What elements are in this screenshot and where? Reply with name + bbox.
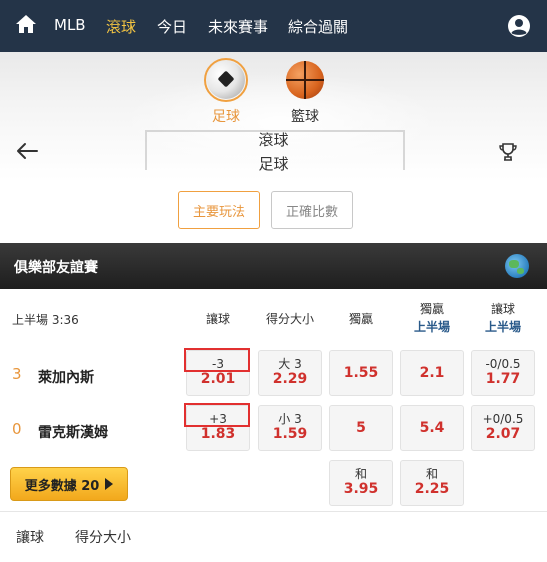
col-header-moneyline-1h: 獨贏 上半場 [400, 300, 464, 336]
bottom-tab-handicap[interactable]: 讓球 [16, 527, 44, 547]
globe-icon [505, 254, 529, 278]
home-handicap-1h-odds[interactable]: -0/0.5 1.77 [471, 350, 535, 396]
away-under-line: 小 3 [278, 412, 302, 426]
home-moneyline-1h-odds[interactable]: 2.1 [400, 350, 464, 396]
correct-score-button[interactable]: 正確比數 [271, 191, 353, 229]
col-header-handicap-1h: 讓球 上半場 [471, 300, 535, 336]
basketball-icon [286, 61, 324, 99]
sport-label-basketball: 籃球 [291, 109, 319, 125]
nav-item-upcoming[interactable]: 未來賽事 [208, 16, 268, 37]
away-team-name: 雷克斯漢姆 [38, 425, 108, 441]
col-header-moneyline-1h-label: 獨贏 [419, 302, 444, 316]
main-markets-button[interactable]: 主要玩法 [178, 191, 260, 229]
home-team-row: 3 萊加內斯 [0, 365, 180, 386]
nav-item-parlay[interactable]: 綜合過關 [288, 16, 348, 37]
home-score: 3 [12, 365, 22, 383]
page-title: 滾球 [258, 131, 289, 149]
away-moneyline-odds[interactable]: 5 [329, 405, 393, 451]
away-handicap-1h-line: +0/0.5 [482, 412, 524, 426]
more-markets-button[interactable]: 更多數據 20 [10, 467, 128, 501]
col-header-moneyline: 獨贏 [348, 312, 373, 326]
nav-item-live[interactable]: 滾球 [106, 16, 136, 37]
away-handicap-odd: 1.83 [200, 426, 236, 442]
nav-item-mlb[interactable]: MLB [54, 16, 86, 34]
col-header-handicap: 讓球 [205, 312, 230, 326]
selected-ring [204, 58, 248, 102]
home-over-line: 大 3 [278, 357, 302, 371]
home-team-name: 萊加內斯 [38, 370, 94, 386]
draw-moneyline-1h-odd: 2.25 [414, 481, 450, 497]
highlight-box-away-handicap [184, 403, 250, 427]
draw-moneyline-odd: 3.95 [343, 481, 379, 497]
draw-moneyline-odds[interactable]: 和 3.95 [329, 460, 393, 506]
away-under-odds[interactable]: 小 3 1.59 [258, 405, 322, 451]
col-header-handicap-1h-label: 讓球 [490, 302, 515, 316]
football-icon [207, 61, 245, 99]
draw-moneyline-1h-odds[interactable]: 和 2.25 [400, 460, 464, 506]
col-header-moneyline-1h-sub: 上半場 [413, 320, 450, 334]
away-score: 0 [12, 420, 22, 438]
home-over-odd: 2.29 [272, 371, 308, 387]
home-handicap-1h-line: -0/0.5 [485, 357, 521, 371]
away-handicap-1h-odd: 2.07 [485, 426, 521, 442]
home-moneyline-odd: 1.55 [343, 365, 379, 381]
bottom-tab-over-under[interactable]: 得分大小 [75, 527, 131, 547]
draw-label: 和 [354, 467, 367, 481]
trophy-icon[interactable] [499, 142, 517, 162]
away-team-row: 0 雷克斯漢姆 [0, 420, 180, 441]
nav-item-today[interactable]: 今日 [157, 16, 187, 37]
league-name: 俱樂部友誼賽 [14, 260, 98, 276]
col-header-over-under: 得分大小 [265, 312, 314, 326]
home-over-odds[interactable]: 大 3 2.29 [258, 350, 322, 396]
sport-tab-basketball[interactable]: 籃球 [270, 58, 340, 126]
away-moneyline-1h-odds[interactable]: 5.4 [400, 405, 464, 451]
away-moneyline-1h-odd: 5.4 [419, 420, 445, 436]
col-header-handicap-1h-sub: 上半場 [484, 320, 521, 334]
user-icon[interactable] [507, 14, 531, 38]
home-moneyline-odds[interactable]: 1.55 [329, 350, 393, 396]
page-subtitle: 足球 [258, 155, 289, 173]
home-moneyline-1h-odd: 2.1 [419, 365, 445, 381]
home-handicap-1h-odd: 1.77 [485, 371, 521, 387]
divider [0, 511, 547, 512]
away-handicap-1h-odds[interactable]: +0/0.5 2.07 [471, 405, 535, 451]
play-arrow-icon [105, 478, 114, 490]
sport-label-football: 足球 [212, 109, 240, 125]
more-markets-label: 更多數據 20 [24, 478, 100, 494]
top-nav-bar: MLB 滾球 今日 未來賽事 綜合過關 [0, 0, 547, 52]
league-header[interactable]: 俱樂部友誼賽 [0, 243, 547, 289]
match-period-time: 上半場 3:36 [12, 313, 79, 327]
sport-tab-football[interactable]: 足球 [191, 58, 261, 126]
away-under-odd: 1.59 [272, 426, 308, 442]
draw-label-1h: 和 [425, 467, 438, 481]
home-icon[interactable] [14, 12, 38, 36]
away-moneyline-odd: 5 [356, 420, 366, 436]
home-handicap-odd: 2.01 [200, 371, 236, 387]
highlight-box-home-handicap [184, 348, 250, 372]
